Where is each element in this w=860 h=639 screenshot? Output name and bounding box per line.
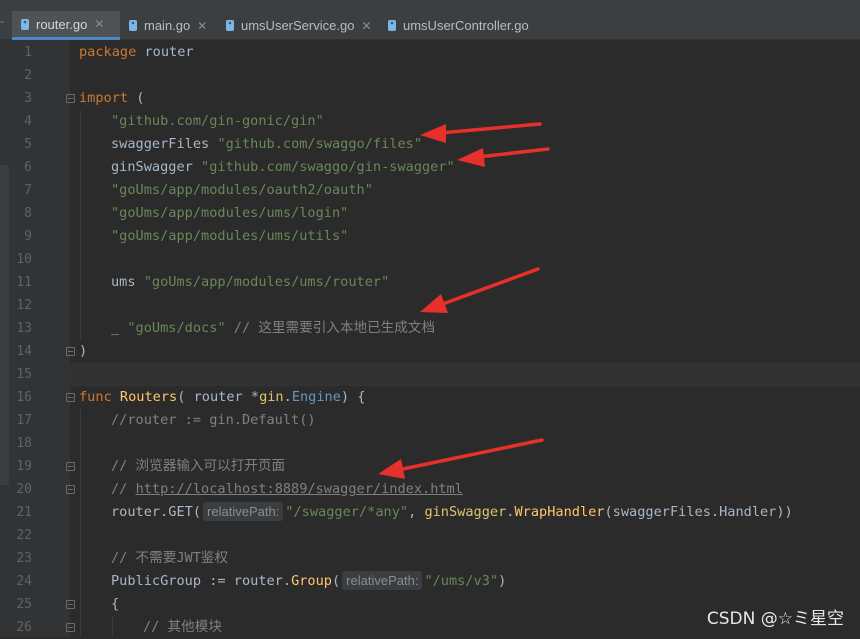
red-arrow-1 xyxy=(420,122,542,143)
red-arrow-3 xyxy=(420,267,540,313)
red-arrow-2 xyxy=(457,147,550,167)
red-arrow-4 xyxy=(378,438,544,479)
watermark: CSDN @☆ミ星空 xyxy=(706,609,844,629)
annotation-arrows xyxy=(378,122,550,479)
